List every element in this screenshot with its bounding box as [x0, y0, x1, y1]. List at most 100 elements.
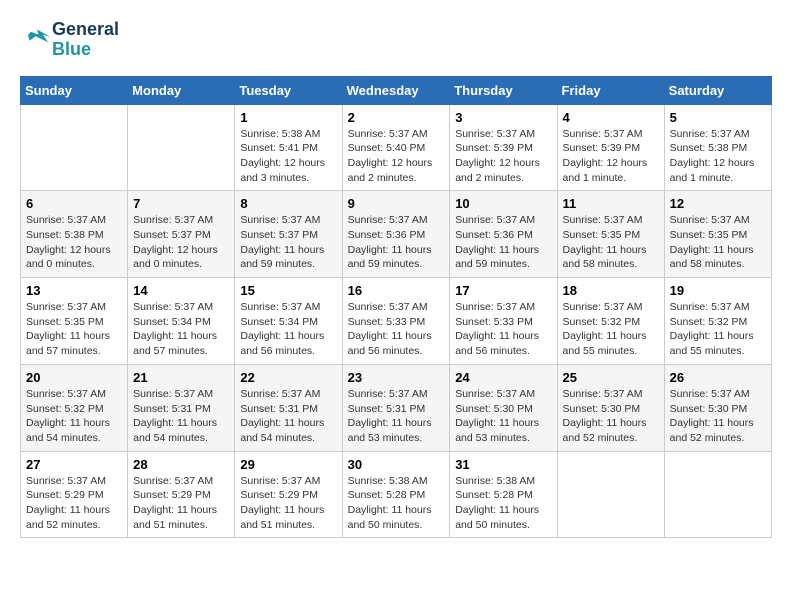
day-number: 19 — [670, 283, 766, 298]
calendar-day-cell: 29 Sunrise: 5:37 AM Sunset: 5:29 PM Dayli… — [235, 451, 342, 538]
calendar-day-cell — [128, 104, 235, 191]
calendar-week-row: 20 Sunrise: 5:37 AM Sunset: 5:32 PM Dayli… — [21, 364, 772, 451]
calendar-day-cell: 30 Sunrise: 5:38 AM Sunset: 5:28 PM Dayli… — [342, 451, 450, 538]
day-number: 26 — [670, 370, 766, 385]
day-number: 30 — [348, 457, 445, 472]
day-number: 22 — [240, 370, 336, 385]
day-number: 24 — [455, 370, 551, 385]
calendar-day-cell: 24 Sunrise: 5:37 AM Sunset: 5:30 PM Dayli… — [450, 364, 557, 451]
calendar-week-row: 6Sunrise: 5:37 AM Sunset: 5:38 PM Daylig… — [21, 191, 772, 278]
day-number: 16 — [348, 283, 445, 298]
calendar-body: 1 Sunrise: 5:38 AM Sunset: 5:41 PM Daylig… — [21, 104, 772, 538]
day-number: 28 — [133, 457, 229, 472]
weekday-header-cell: Sunday — [21, 76, 128, 104]
weekday-header-cell: Tuesday — [235, 76, 342, 104]
day-info: Sunrise: 5:37 AM Sunset: 5:32 PM Dayligh… — [26, 387, 122, 446]
calendar-day-cell: 3 Sunrise: 5:37 AM Sunset: 5:39 PM Daylig… — [450, 104, 557, 191]
calendar-day-cell: 26Sunrise: 5:37 AM Sunset: 5:30 PM Dayli… — [664, 364, 771, 451]
day-info: Sunrise: 5:37 AM Sunset: 5:29 PM Dayligh… — [133, 474, 229, 533]
calendar-day-cell: 17 Sunrise: 5:37 AM Sunset: 5:33 PM Dayli… — [450, 278, 557, 365]
calendar-day-cell — [557, 451, 664, 538]
day-number: 17 — [455, 283, 551, 298]
calendar-day-cell: 23 Sunrise: 5:37 AM Sunset: 5:31 PM Dayli… — [342, 364, 450, 451]
calendar-day-cell: 2Sunrise: 5:37 AM Sunset: 5:40 PM Daylig… — [342, 104, 450, 191]
day-number: 15 — [240, 283, 336, 298]
calendar-day-cell: 20 Sunrise: 5:37 AM Sunset: 5:32 PM Dayli… — [21, 364, 128, 451]
calendar-day-cell: 16 Sunrise: 5:37 AM Sunset: 5:33 PM Dayli… — [342, 278, 450, 365]
day-info: Sunrise: 5:37 AM Sunset: 5:35 PM Dayligh… — [26, 300, 122, 359]
day-number: 20 — [26, 370, 122, 385]
day-info: Sunrise: 5:37 AM Sunset: 5:38 PM Dayligh… — [670, 127, 766, 186]
day-number: 14 — [133, 283, 229, 298]
day-info: Sunrise: 5:37 AM Sunset: 5:33 PM Dayligh… — [348, 300, 445, 359]
logo-bird-icon — [22, 25, 52, 49]
day-info: Sunrise: 5:37 AM Sunset: 5:35 PM Dayligh… — [563, 213, 659, 272]
day-info: Sunrise: 5:37 AM Sunset: 5:36 PM Dayligh… — [455, 213, 551, 272]
calendar-week-row: 13Sunrise: 5:37 AM Sunset: 5:35 PM Dayli… — [21, 278, 772, 365]
day-info: Sunrise: 5:37 AM Sunset: 5:39 PM Dayligh… — [455, 127, 551, 186]
calendar-day-cell: 12 Sunrise: 5:37 AM Sunset: 5:35 PM Dayli… — [664, 191, 771, 278]
day-number: 31 — [455, 457, 551, 472]
weekday-header-cell: Thursday — [450, 76, 557, 104]
day-info: Sunrise: 5:37 AM Sunset: 5:40 PM Dayligh… — [348, 127, 445, 186]
weekday-header-cell: Wednesday — [342, 76, 450, 104]
day-info: Sunrise: 5:37 AM Sunset: 5:38 PM Dayligh… — [26, 213, 122, 272]
day-info: Sunrise: 5:37 AM Sunset: 5:29 PM Dayligh… — [240, 474, 336, 533]
day-number: 3 — [455, 110, 551, 125]
calendar-table: SundayMondayTuesdayWednesdayThursdayFrid… — [20, 76, 772, 539]
day-info: Sunrise: 5:37 AM Sunset: 5:31 PM Dayligh… — [133, 387, 229, 446]
calendar-day-cell: 8 Sunrise: 5:37 AM Sunset: 5:37 PM Daylig… — [235, 191, 342, 278]
day-info: Sunrise: 5:37 AM Sunset: 5:35 PM Dayligh… — [670, 213, 766, 272]
calendar-day-cell: 31 Sunrise: 5:38 AM Sunset: 5:28 PM Dayli… — [450, 451, 557, 538]
day-info: Sunrise: 5:37 AM Sunset: 5:39 PM Dayligh… — [563, 127, 659, 186]
day-number: 23 — [348, 370, 445, 385]
header: General Blue — [20, 20, 772, 60]
day-info: Sunrise: 5:37 AM Sunset: 5:32 PM Dayligh… — [563, 300, 659, 359]
calendar-day-cell: 5 Sunrise: 5:37 AM Sunset: 5:38 PM Daylig… — [664, 104, 771, 191]
calendar-day-cell: 1 Sunrise: 5:38 AM Sunset: 5:41 PM Daylig… — [235, 104, 342, 191]
day-number: 29 — [240, 457, 336, 472]
calendar-day-cell: 14 Sunrise: 5:37 AM Sunset: 5:34 PM Dayli… — [128, 278, 235, 365]
calendar-day-cell: 7 Sunrise: 5:37 AM Sunset: 5:37 PM Daylig… — [128, 191, 235, 278]
day-info: Sunrise: 5:37 AM Sunset: 5:37 PM Dayligh… — [240, 213, 336, 272]
day-number: 1 — [240, 110, 336, 125]
day-number: 10 — [455, 196, 551, 211]
calendar-day-cell: 10 Sunrise: 5:37 AM Sunset: 5:36 PM Dayli… — [450, 191, 557, 278]
calendar-day-cell: 25Sunrise: 5:37 AM Sunset: 5:30 PM Dayli… — [557, 364, 664, 451]
day-info: Sunrise: 5:37 AM Sunset: 5:37 PM Dayligh… — [133, 213, 229, 272]
day-info: Sunrise: 5:37 AM Sunset: 5:36 PM Dayligh… — [348, 213, 445, 272]
calendar-day-cell: 11 Sunrise: 5:37 AM Sunset: 5:35 PM Dayli… — [557, 191, 664, 278]
calendar-day-cell: 6Sunrise: 5:37 AM Sunset: 5:38 PM Daylig… — [21, 191, 128, 278]
day-info: Sunrise: 5:37 AM Sunset: 5:31 PM Dayligh… — [348, 387, 445, 446]
calendar-day-cell: 18 Sunrise: 5:37 AM Sunset: 5:32 PM Dayli… — [557, 278, 664, 365]
day-info: Sunrise: 5:37 AM Sunset: 5:30 PM Dayligh… — [455, 387, 551, 446]
day-number: 27 — [26, 457, 122, 472]
day-number: 9 — [348, 196, 445, 211]
calendar-day-cell — [21, 104, 128, 191]
calendar-day-cell — [664, 451, 771, 538]
calendar-day-cell: 4 Sunrise: 5:37 AM Sunset: 5:39 PM Daylig… — [557, 104, 664, 191]
day-info: Sunrise: 5:37 AM Sunset: 5:32 PM Dayligh… — [670, 300, 766, 359]
calendar-day-cell: 15Sunrise: 5:37 AM Sunset: 5:34 PM Dayli… — [235, 278, 342, 365]
weekday-header-row: SundayMondayTuesdayWednesdayThursdayFrid… — [21, 76, 772, 104]
day-number: 11 — [563, 196, 659, 211]
day-info: Sunrise: 5:37 AM Sunset: 5:33 PM Dayligh… — [455, 300, 551, 359]
day-number: 18 — [563, 283, 659, 298]
calendar-day-cell: 19 Sunrise: 5:37 AM Sunset: 5:32 PM Dayli… — [664, 278, 771, 365]
weekday-header-cell: Friday — [557, 76, 664, 104]
calendar-day-cell: 21Sunrise: 5:37 AM Sunset: 5:31 PM Dayli… — [128, 364, 235, 451]
calendar-week-row: 1 Sunrise: 5:38 AM Sunset: 5:41 PM Daylig… — [21, 104, 772, 191]
calendar-week-row: 27 Sunrise: 5:37 AM Sunset: 5:29 PM Dayli… — [21, 451, 772, 538]
day-info: Sunrise: 5:38 AM Sunset: 5:28 PM Dayligh… — [455, 474, 551, 533]
day-info: Sunrise: 5:37 AM Sunset: 5:34 PM Dayligh… — [133, 300, 229, 359]
calendar-day-cell: 28 Sunrise: 5:37 AM Sunset: 5:29 PM Dayli… — [128, 451, 235, 538]
day-info: Sunrise: 5:38 AM Sunset: 5:28 PM Dayligh… — [348, 474, 445, 533]
calendar-day-cell: 22Sunrise: 5:37 AM Sunset: 5:31 PM Dayli… — [235, 364, 342, 451]
day-number: 5 — [670, 110, 766, 125]
calendar-day-cell: 27Sunrise: 5:37 AM Sunset: 5:29 PM Dayli… — [21, 451, 128, 538]
day-number: 4 — [563, 110, 659, 125]
day-number: 7 — [133, 196, 229, 211]
day-number: 12 — [670, 196, 766, 211]
day-number: 8 — [240, 196, 336, 211]
day-info: Sunrise: 5:38 AM Sunset: 5:41 PM Dayligh… — [240, 127, 336, 186]
